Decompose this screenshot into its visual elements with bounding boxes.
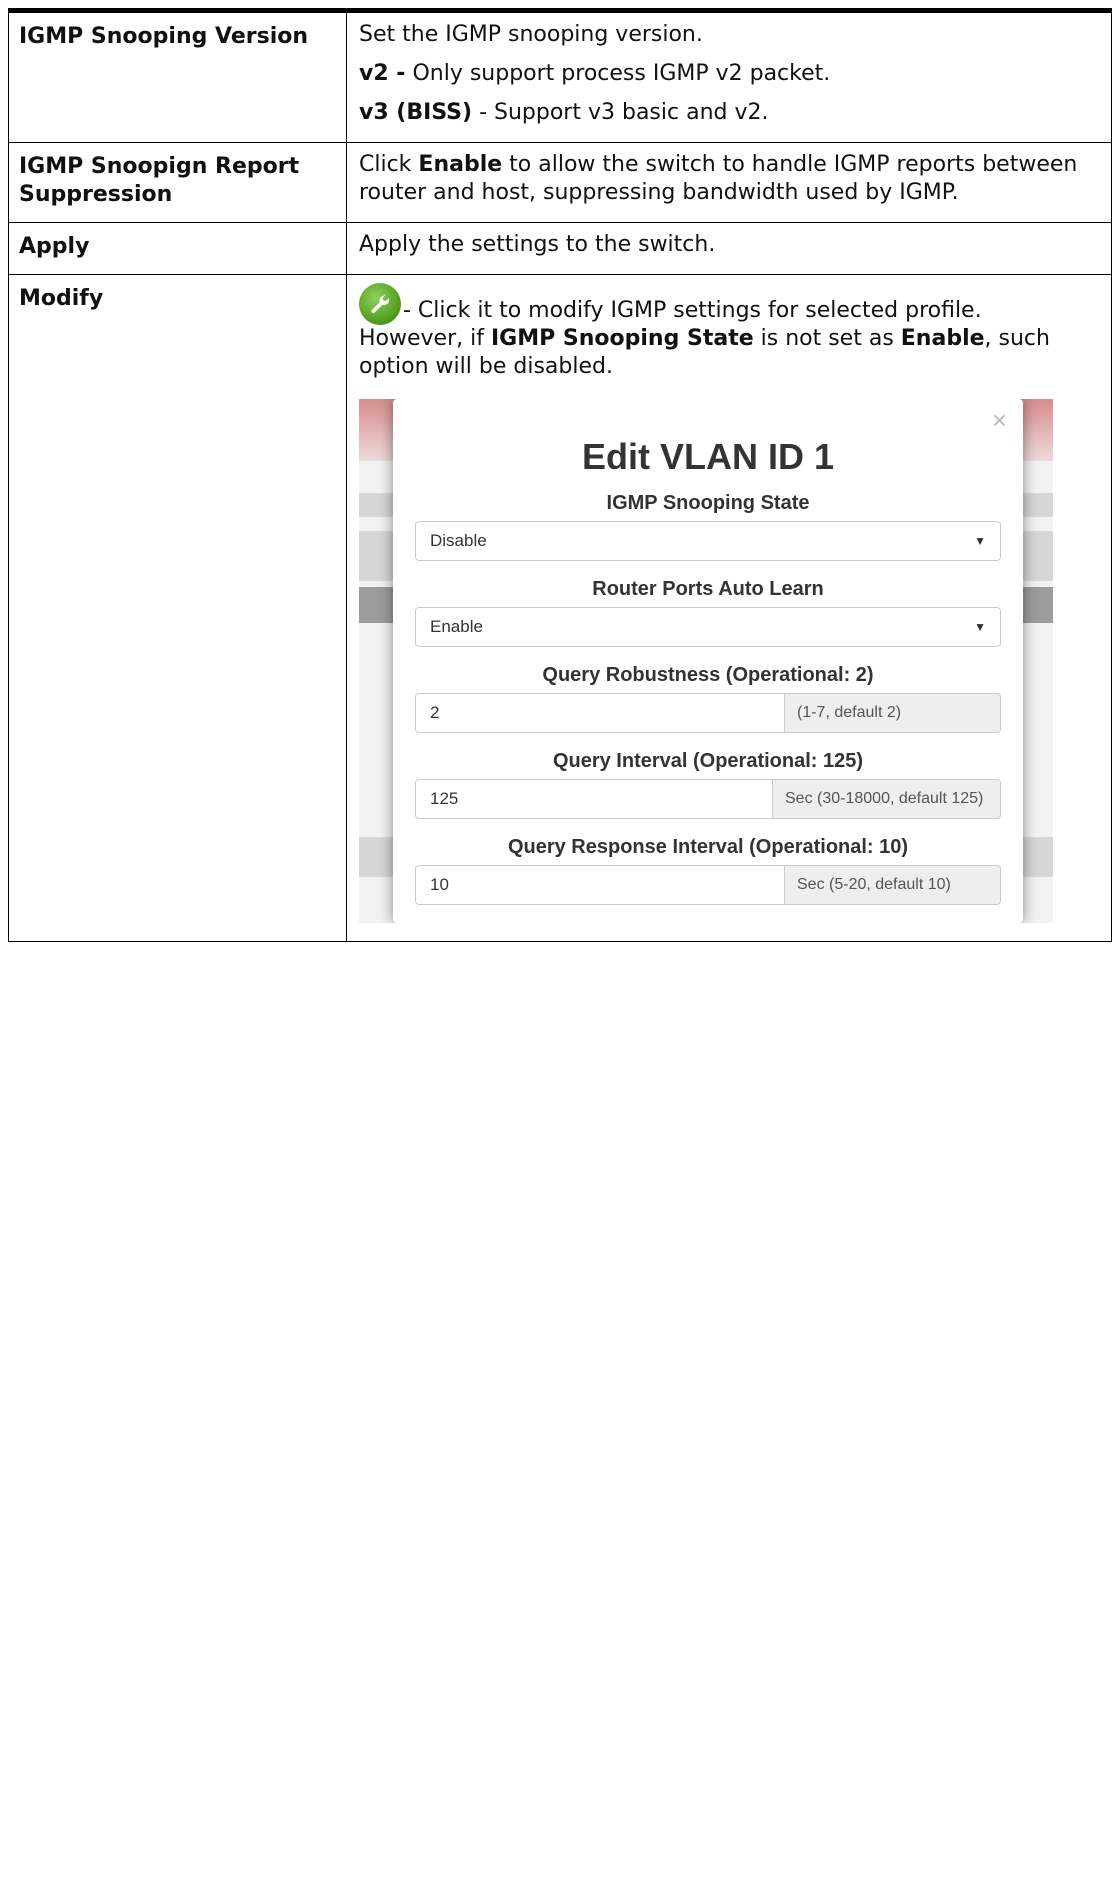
desc-line: v3 (BISS) - Support v3 basic and v2. <box>359 99 1099 127</box>
desc-text: Click <box>359 152 419 177</box>
term-cell: IGMP Snooping Version <box>8 8 347 143</box>
field-label: IGMP Snooping State <box>606 492 810 514</box>
query-response-interval-input[interactable]: 10 <box>415 865 785 905</box>
wrench-glyph <box>371 294 390 314</box>
desc-text: However, if <box>359 326 491 351</box>
term-cell: Modify <box>8 274 347 942</box>
keyword: IGMP Snooping State <box>490 326 754 351</box>
query-robustness-input[interactable]: 2 <box>415 693 785 733</box>
keyword: Enable <box>418 152 503 177</box>
desc-text: is not set as <box>753 326 901 351</box>
term-cell: IGMP Snoopign Report Suppression <box>8 142 347 223</box>
description-cell: - Click it to modify IGMP settings for s… <box>346 274 1112 942</box>
field-label: Query Response Interval (Operational: 10… <box>507 836 909 858</box>
term-cell: Apply <box>8 222 347 275</box>
close-icon[interactable]: × <box>992 407 1007 433</box>
caret-down-icon: ▼ <box>974 534 986 548</box>
query-response-interval-group: 10 Sec (5-20, default 10) <box>415 865 1001 905</box>
description-cell: Click Enable to allow the switch to hand… <box>346 142 1112 223</box>
wrench-icon[interactable] <box>359 283 401 325</box>
desc-text: Set the IGMP snooping version. <box>359 22 703 47</box>
description-cell: Set the IGMP snooping version. v2 - Only… <box>346 8 1112 143</box>
field-hint: Sec (5-20, default 10) <box>785 865 1001 905</box>
query-robustness-group: 2 (1-7, default 2) <box>415 693 1001 733</box>
option-name: v2 - <box>359 61 406 86</box>
modify-intro: - Click it to modify IGMP settings for s… <box>359 283 1099 325</box>
query-interval-group: 125 Sec (30-18000, default 125) <box>415 779 1001 819</box>
field-label: Router Ports Auto Learn <box>592 578 824 600</box>
dialog-title: Edit VLAN ID 1 <box>581 436 835 477</box>
field-label: Query Interval (Operational: 125) <box>552 750 864 772</box>
desc-text: Only support process IGMP v2 packet. <box>405 61 831 86</box>
caret-down-icon: ▼ <box>974 620 986 634</box>
desc-line: v2 - Only support process IGMP v2 packet… <box>359 60 1099 88</box>
query-interval-input[interactable]: 125 <box>415 779 773 819</box>
table-row: Modify - Click it to modify IGMP setting… <box>8 274 1112 942</box>
router-ports-auto-learn-select[interactable]: Enable ▼ <box>415 607 1001 647</box>
desc-text: - Support v3 basic and v2. <box>472 100 769 125</box>
igmp-snooping-state-select[interactable]: Disable ▼ <box>415 521 1001 561</box>
field-hint: (1-7, default 2) <box>785 693 1001 733</box>
select-value: Disable <box>430 531 487 550</box>
desc-text: - Click it to modify IGMP settings for s… <box>403 298 982 323</box>
description-cell: Apply the settings to the switch. <box>346 222 1112 275</box>
select-value: Enable <box>430 617 483 636</box>
desc-line: Apply the settings to the switch. <box>359 232 716 257</box>
desc-line: Set the IGMP snooping version. <box>359 21 1099 49</box>
dialog-screenshot: × Edit VLAN ID 1 IGMP Snooping State Dis… <box>359 399 1053 923</box>
table-row: Apply Apply the settings to the switch. <box>8 222 1112 275</box>
desc-line: However, if IGMP Snooping State is not s… <box>359 325 1099 381</box>
parameter-table: IGMP Snooping Version Set the IGMP snoop… <box>8 8 1112 942</box>
field-hint: Sec (30-18000, default 125) <box>773 779 1001 819</box>
keyword: Enable <box>900 326 985 351</box>
table-row: IGMP Snooping Version Set the IGMP snoop… <box>8 8 1112 143</box>
table-row: IGMP Snoopign Report Suppression Click E… <box>8 142 1112 223</box>
desc-line: Click Enable to allow the switch to hand… <box>359 151 1099 207</box>
option-name: v3 (BISS) <box>359 100 473 125</box>
field-label: Query Robustness (Operational: 2) <box>542 664 874 686</box>
edit-vlan-dialog: × Edit VLAN ID 1 IGMP Snooping State Dis… <box>393 399 1023 923</box>
